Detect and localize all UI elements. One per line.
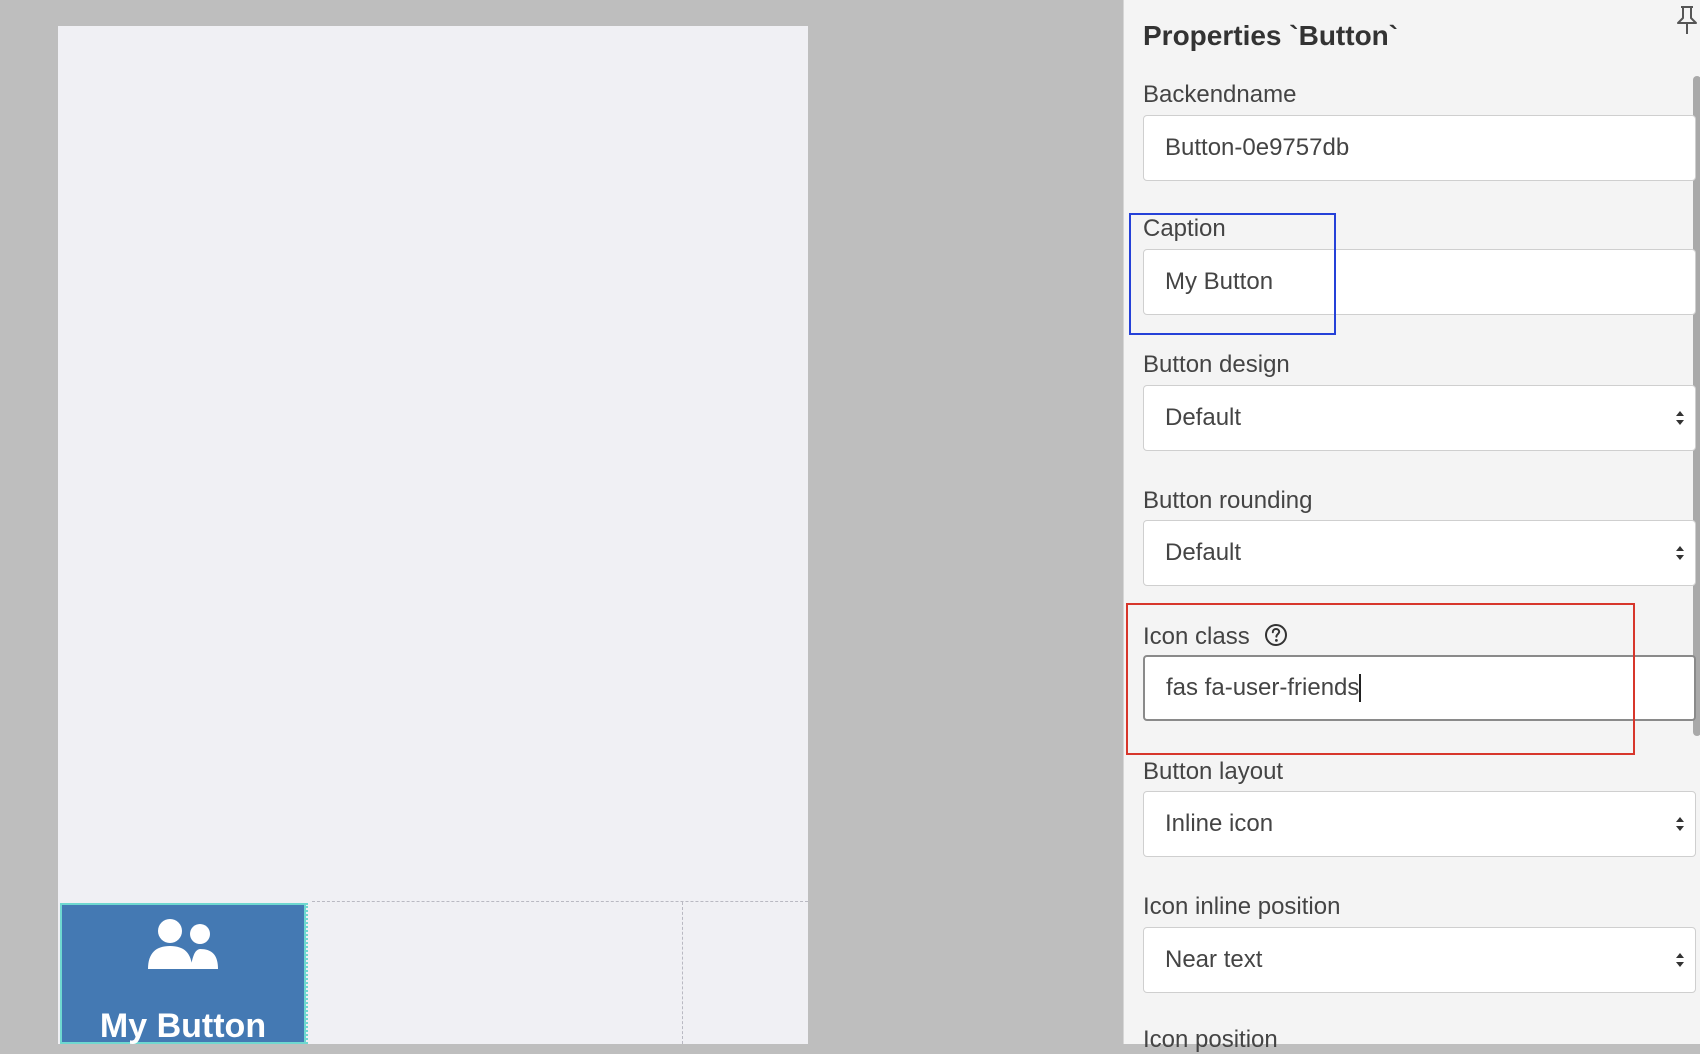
button-design-value: Default bbox=[1165, 404, 1242, 431]
design-canvas[interactable]: My Button bbox=[58, 26, 808, 1044]
button-rounding-label: Button rounding bbox=[1143, 487, 1313, 514]
button-layout-value: Inline icon bbox=[1165, 810, 1274, 837]
button-rounding-value: Default bbox=[1165, 539, 1242, 566]
select-arrows-icon bbox=[1676, 546, 1684, 560]
select-arrows-icon bbox=[1676, 817, 1684, 831]
icon-inline-position-select[interactable]: Near text bbox=[1143, 927, 1696, 993]
resize-handle[interactable] bbox=[306, 903, 310, 1044]
properties-panel: Properties `Button` Backendname Caption … bbox=[1123, 0, 1700, 1053]
panel-title: Properties `Button` bbox=[1143, 20, 1399, 51]
pin-icon[interactable] bbox=[1674, 4, 1700, 36]
button-layout-label: Button layout bbox=[1143, 758, 1284, 785]
icon-inline-position-value: Near text bbox=[1165, 946, 1263, 973]
backendname-field[interactable] bbox=[1143, 115, 1696, 181]
backendname-input[interactable] bbox=[1165, 134, 1674, 162]
preview-button[interactable]: My Button bbox=[60, 903, 306, 1044]
caption-highlight bbox=[1129, 213, 1336, 335]
button-design-select[interactable]: Default bbox=[1143, 385, 1696, 451]
grid-guide-vertical bbox=[682, 902, 683, 1044]
button-design-label: Button design bbox=[1143, 351, 1290, 378]
select-arrows-icon bbox=[1676, 953, 1684, 967]
button-rounding-select[interactable]: Default bbox=[1143, 520, 1696, 586]
icon-class-highlight bbox=[1126, 603, 1635, 755]
backendname-label: Backendname bbox=[1143, 81, 1297, 108]
user-friends-icon bbox=[148, 919, 218, 969]
select-arrows-icon bbox=[1676, 411, 1684, 425]
icon-inline-position-label: Icon inline position bbox=[1143, 893, 1341, 920]
button-layout-select[interactable]: Inline icon bbox=[1143, 791, 1696, 857]
preview-button-label: My Button bbox=[99, 1007, 267, 1045]
grid-guide-horizontal bbox=[312, 901, 808, 902]
icon-position-label: Icon position bbox=[1143, 1026, 1278, 1053]
